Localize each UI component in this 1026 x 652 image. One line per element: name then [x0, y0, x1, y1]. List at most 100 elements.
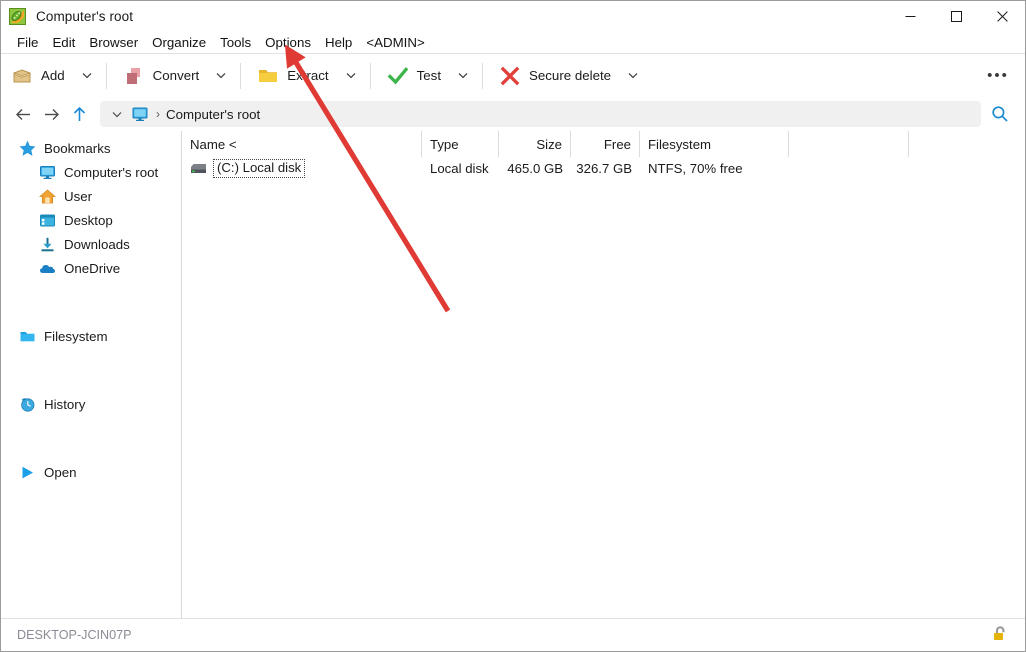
file-name-label: (C:) Local disk — [213, 159, 305, 178]
extract-label: Extract — [287, 68, 328, 83]
column-header-free[interactable]: Free — [571, 131, 640, 157]
status-text: DESKTOP-JCIN07P — [17, 628, 132, 642]
add-label: Add — [41, 68, 65, 83]
extract-dropdown-caret[interactable] — [338, 58, 364, 94]
folder-icon — [257, 65, 279, 87]
maximize-button[interactable] — [933, 1, 979, 32]
menu-tools[interactable]: Tools — [213, 34, 258, 52]
convert-squares-icon — [123, 65, 145, 87]
sidebar-item-label: Filesystem — [44, 329, 108, 344]
window-controls — [887, 1, 1025, 32]
column-header-extra[interactable] — [789, 131, 909, 157]
box-icon — [11, 65, 33, 87]
star-icon — [19, 140, 36, 157]
minimize-button[interactable] — [887, 1, 933, 32]
up-button[interactable] — [65, 100, 93, 128]
toolbar-group-convert: Convert — [113, 54, 235, 97]
add-button[interactable]: Add — [1, 58, 74, 94]
sidebar-item-computers-root[interactable]: Computer's root — [1, 160, 181, 184]
hard-disk-icon — [190, 162, 208, 176]
convert-label: Convert — [153, 68, 200, 83]
desktop-icon — [39, 212, 56, 229]
unlocked-padlock-icon[interactable] — [991, 625, 1009, 645]
toolbar-separator — [482, 63, 483, 89]
secure-delete-button[interactable]: Secure delete — [489, 58, 620, 94]
sidebar-spacer — [1, 348, 181, 370]
sidebar-item-downloads[interactable]: Downloads — [1, 232, 181, 256]
test-dropdown-caret[interactable] — [450, 58, 476, 94]
sidebar-item-bookmarks[interactable]: Bookmarks — [1, 136, 181, 160]
sidebar: Bookmarks Computer's root — [1, 131, 182, 618]
home-icon — [39, 188, 56, 205]
back-button[interactable] — [9, 100, 37, 128]
menu-options[interactable]: Options — [258, 34, 318, 52]
convert-dropdown-caret[interactable] — [208, 58, 234, 94]
sidebar-spacer — [1, 370, 181, 392]
file-name-cell[interactable]: (C:) Local disk — [182, 157, 422, 180]
sidebar-item-label: History — [44, 397, 85, 412]
menu-edit[interactable]: Edit — [45, 34, 82, 52]
main-toolbar: Add Convert — [1, 54, 1025, 97]
test-label: Test — [417, 68, 441, 83]
file-free-cell: 326.7 GB — [571, 157, 640, 180]
cloud-icon — [39, 260, 56, 277]
menu-file[interactable]: File — [10, 34, 45, 52]
sidebar-spacer — [1, 302, 181, 324]
body-area: Bookmarks Computer's root — [1, 131, 1025, 618]
menu-help[interactable]: Help — [318, 34, 359, 52]
toolbar-separator — [240, 63, 241, 89]
toolbar-separator — [370, 63, 371, 89]
secure-delete-label: Secure delete — [529, 68, 611, 83]
sidebar-item-history[interactable]: History — [1, 392, 181, 416]
toolbar-group-add: Add — [1, 54, 100, 97]
peazip-window: Computer's root File Edit Browser Organi… — [0, 0, 1026, 652]
monitor-icon — [131, 105, 149, 123]
sidebar-spacer — [1, 280, 181, 302]
history-clock-icon — [19, 396, 36, 413]
breadcrumb-bar[interactable]: › Computer's root — [100, 101, 981, 127]
file-type-cell: Local disk — [422, 157, 499, 180]
breadcrumb-separator: › — [156, 107, 160, 121]
monitor-icon — [39, 164, 56, 181]
column-header-size[interactable]: Size — [499, 131, 571, 157]
folder-blue-icon — [19, 328, 36, 345]
check-icon — [387, 65, 409, 87]
close-button[interactable] — [979, 1, 1025, 32]
forward-button[interactable] — [37, 100, 65, 128]
menu-browser[interactable]: Browser — [82, 34, 145, 52]
column-header-name[interactable]: Name < — [182, 131, 422, 157]
menu-admin[interactable]: <ADMIN> — [359, 34, 431, 52]
table-row[interactable]: (C:) Local disk Local disk 465.0 GB 326.… — [182, 157, 1025, 180]
menu-organize[interactable]: Organize — [145, 34, 213, 52]
sidebar-item-onedrive[interactable]: OneDrive — [1, 256, 181, 280]
sidebar-item-filesystem[interactable]: Filesystem — [1, 324, 181, 348]
file-list-panel: Name < Type Size Free Filesystem — [182, 131, 1025, 618]
sidebar-item-open[interactable]: Open — [1, 460, 181, 484]
sidebar-item-user[interactable]: User — [1, 184, 181, 208]
convert-button[interactable]: Convert — [113, 58, 209, 94]
toolbar-separator — [106, 63, 107, 89]
breadcrumb-path: Computer's root — [166, 107, 260, 122]
title-bar: Computer's root — [1, 1, 1025, 32]
column-header-type[interactable]: Type — [422, 131, 499, 157]
sidebar-spacer — [1, 416, 181, 438]
play-triangle-icon — [19, 464, 36, 481]
sidebar-item-label: Downloads — [64, 237, 130, 252]
file-filesystem-cell: NTFS, 70% free — [640, 157, 789, 180]
search-button[interactable] — [985, 100, 1015, 128]
sidebar-item-label: Desktop — [64, 213, 113, 228]
secure-delete-dropdown-caret[interactable] — [620, 58, 646, 94]
sidebar-item-desktop[interactable]: Desktop — [1, 208, 181, 232]
breadcrumb-dropdown-icon[interactable] — [106, 111, 128, 118]
window-title: Computer's root — [36, 9, 133, 24]
column-header-filesystem[interactable]: Filesystem — [640, 131, 789, 157]
sidebar-item-label: OneDrive — [64, 261, 120, 276]
peazip-icon — [9, 8, 26, 25]
sidebar-item-label: Open — [44, 465, 77, 480]
extract-button[interactable]: Extract — [247, 58, 337, 94]
test-button[interactable]: Test — [377, 58, 450, 94]
toolbar-overflow-button[interactable]: ••• — [983, 61, 1013, 91]
column-header-row: Name < Type Size Free Filesystem — [182, 131, 1025, 157]
add-dropdown-caret[interactable] — [74, 58, 100, 94]
sidebar-item-label: User — [64, 189, 92, 204]
